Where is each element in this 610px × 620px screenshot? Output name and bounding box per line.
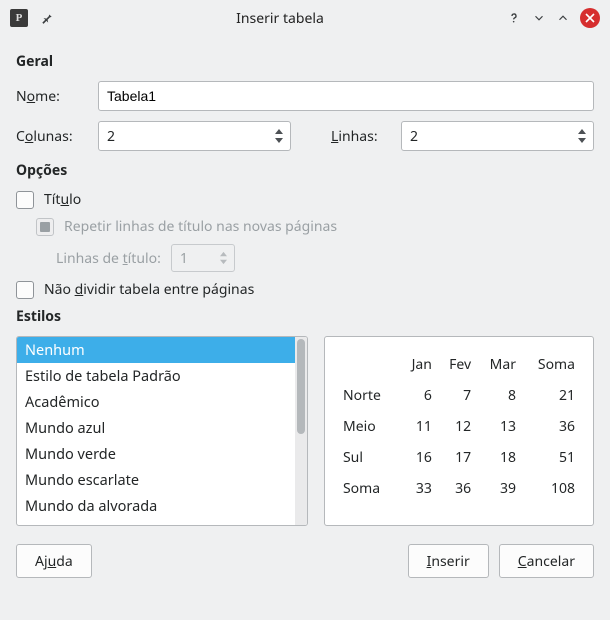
label-linhas-titulo: Linhas de título:	[56, 249, 161, 268]
list-item[interactable]: Nenhum	[17, 337, 295, 363]
section-geral: Geral	[16, 52, 594, 71]
list-item[interactable]: Mundo escarlate	[17, 467, 295, 493]
pin-icon[interactable]	[40, 11, 54, 25]
help-icon[interactable]	[506, 10, 522, 26]
table-row: Norte67821	[339, 380, 579, 411]
close-button[interactable]	[580, 8, 600, 28]
table-header: Jan	[399, 349, 436, 380]
table-header	[339, 349, 399, 380]
table-row: Soma333639108	[339, 473, 579, 504]
list-item[interactable]: Mundo azul	[17, 415, 295, 441]
table-header: Mar	[475, 349, 520, 380]
titlebar: P Inserir tabela	[0, 0, 610, 36]
styles-listbox[interactable]: NenhumEstilo de tabela PadrãoAcadêmicoMu…	[16, 336, 308, 526]
insert-button[interactable]: Inserir	[408, 544, 489, 578]
list-item[interactable]: Elegante	[17, 519, 295, 525]
label-repetir: Repetir linhas de título nas novas págin…	[64, 217, 337, 236]
checkbox-nao-dividir[interactable]	[16, 281, 34, 299]
spinner-arrows-icon[interactable]	[577, 128, 587, 144]
label-colunas: Colunas:	[16, 127, 98, 146]
linhas-titulo-spinner: 1	[171, 244, 235, 272]
table-row: Meio11121336	[339, 411, 579, 442]
spinner-arrows-icon[interactable]	[274, 128, 284, 144]
list-item[interactable]: Mundo verde	[17, 441, 295, 467]
section-estilos: Estilos	[16, 307, 594, 326]
checkbox-repetir	[36, 218, 54, 236]
app-icon: P	[10, 9, 28, 27]
maximize-icon[interactable]	[556, 11, 570, 25]
label-nao-dividir: Não dividir tabela entre páginas	[44, 280, 254, 299]
help-button[interactable]: Ajuda	[16, 544, 92, 578]
nome-input[interactable]	[98, 81, 594, 111]
table-header: Fev	[436, 349, 475, 380]
scrollbar[interactable]	[295, 337, 307, 525]
checkbox-titulo[interactable]	[16, 191, 34, 209]
colunas-spinner[interactable]: 2	[98, 121, 291, 151]
scrollbar-thumb[interactable]	[297, 339, 305, 434]
linhas-spinner[interactable]: 2	[401, 121, 594, 151]
list-item[interactable]: Estilo de tabela Padrão	[17, 363, 295, 389]
label-titulo: Título	[44, 190, 81, 209]
style-preview: JanFevMarSomaNorte67821Meio11121336Sul16…	[324, 336, 594, 526]
table-header: Soma	[520, 349, 579, 380]
spinner-arrows-icon	[219, 251, 228, 265]
window-title: Inserir tabela	[54, 9, 506, 28]
section-opcoes: Opções	[16, 161, 594, 180]
list-item[interactable]: Acadêmico	[17, 389, 295, 415]
cancel-button[interactable]: Cancelar	[499, 544, 594, 578]
label-nome: Nome:	[16, 87, 98, 106]
list-item[interactable]: Mundo da alvorada	[17, 493, 295, 519]
label-linhas: Linhas:	[331, 127, 401, 146]
minimize-icon[interactable]	[532, 11, 546, 25]
table-row: Sul16171851	[339, 442, 579, 473]
